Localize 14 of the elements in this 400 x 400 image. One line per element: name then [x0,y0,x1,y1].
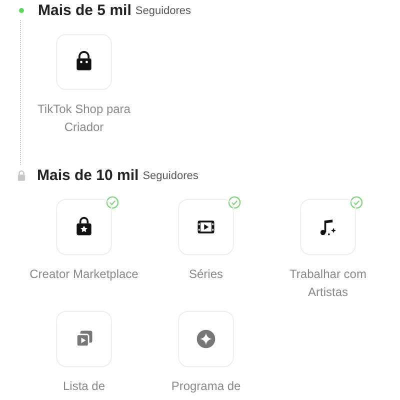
section-title: Mais de 5 mil [38,2,132,18]
feature-label: Lista de [62,378,106,395]
feature-tile[interactable] [56,34,112,90]
section-subtitle: Seguidores [142,170,198,182]
feature-tile[interactable] [300,199,356,255]
feature-label: Séries [188,266,224,283]
feature-tile[interactable] [56,199,112,255]
feature-label: Trabalhar com Artistas [288,266,368,301]
feature-label: Creator Marketplace [29,266,139,283]
feature-label: TikTok Shop para Criador [36,101,132,136]
feature-tile[interactable] [178,199,234,255]
section-subtitle: Seguidores [135,5,192,17]
section-title: Mais de 10 mil [37,166,139,184]
feature-label: Programa de [170,378,242,395]
